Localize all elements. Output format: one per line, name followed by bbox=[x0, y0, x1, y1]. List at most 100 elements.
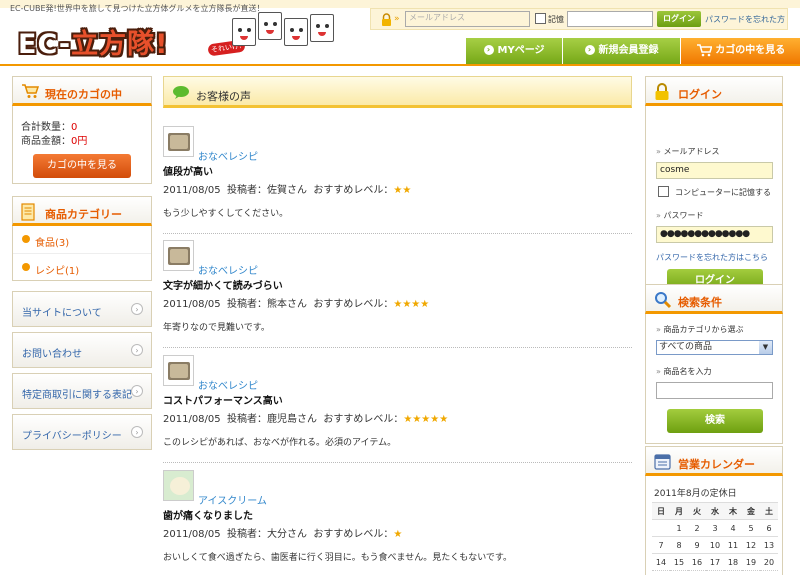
calendar-day: 7 bbox=[652, 536, 670, 554]
cart-block-header: 現在のカゴの中 bbox=[12, 76, 152, 106]
nav-mypage-label: MYページ bbox=[497, 45, 545, 56]
calendar-day: 2 bbox=[688, 519, 706, 537]
calendar-day: 15 bbox=[670, 553, 688, 571]
review-item: おなべレシピ コストパフォーマンス高い 2011/08/05 投稿者：鹿児島さん… bbox=[163, 355, 632, 463]
calendar-caption: 2011年8月の定休日 bbox=[654, 489, 737, 499]
calendar-week-row: 1 2 3 4 5 6 bbox=[652, 519, 778, 537]
chevron-right-icon: › bbox=[131, 344, 143, 356]
link-tokutei[interactable]: 特定商取引に関する表記 › bbox=[12, 373, 152, 409]
review-product-link[interactable]: おなべレシピ bbox=[198, 262, 258, 277]
remember-label: コンピューターに記憶する bbox=[675, 188, 771, 197]
site-logo[interactable]: EC-立方隊! それいけ! bbox=[14, 12, 334, 60]
password-field[interactable]: ●●●●●●●●●●●●● bbox=[656, 226, 773, 243]
calendar-day: 20 bbox=[760, 553, 778, 571]
nav-register-label: 新規会員登録 bbox=[598, 45, 659, 56]
product-name-label: » 商品名を入力 bbox=[656, 367, 712, 376]
product-thumbnail[interactable] bbox=[163, 470, 194, 501]
link-privacy[interactable]: プライバシーポリシー › bbox=[12, 414, 152, 450]
nav-register[interactable]: › 新規会員登録 bbox=[562, 38, 680, 64]
category-count: (1) bbox=[65, 266, 80, 277]
calendar-day: 8 bbox=[670, 536, 688, 554]
logo-text: EC-立方隊! bbox=[18, 22, 168, 61]
header-login-button[interactable]: ログイン bbox=[657, 11, 701, 27]
header-password-input[interactable] bbox=[567, 11, 653, 27]
review-title: 歯が痛くなりました bbox=[163, 511, 253, 522]
review-product-link[interactable]: おなべレシピ bbox=[198, 377, 258, 392]
cart-block: 現在のカゴの中 合計数量：0 商品金額：0円 カゴの中を見る bbox=[12, 76, 152, 184]
review-body: もう少しやすくしてください。 bbox=[163, 209, 289, 219]
email-label: » メールアドレス bbox=[656, 147, 720, 156]
review-poster: 投稿者：鹿児島さん bbox=[227, 414, 317, 425]
folder-icon bbox=[21, 203, 35, 221]
product-thumbnail[interactable] bbox=[163, 240, 194, 271]
review-item: おなべレシピ 値段が高い 2011/08/05 投稿者：佐賀さん おすすめレベル… bbox=[163, 126, 632, 234]
review-stars: ★★ bbox=[393, 185, 412, 196]
header-email-input[interactable]: メールアドレス bbox=[405, 11, 530, 27]
product-thumbnail[interactable] bbox=[163, 126, 194, 157]
calendar-table: 日 月 火 水 木 金 土 1 2 3 4 5 6 7 8 9 10 11 12… bbox=[652, 502, 778, 571]
remember-checkbox[interactable] bbox=[658, 186, 669, 197]
header-email-placeholder: メールアドレス bbox=[409, 13, 465, 22]
category-select-label: » 商品カテゴリから選ぶ bbox=[656, 325, 744, 334]
cart-quantity: 合計数量：0 bbox=[21, 118, 77, 133]
link-contact[interactable]: お問い合わせ › bbox=[12, 332, 152, 368]
weekday: 土 bbox=[760, 502, 778, 520]
login-block-title: ログイン bbox=[678, 88, 722, 101]
page-title-bar: お客様の声 bbox=[163, 76, 632, 108]
nav-cart[interactable]: カゴの中を見る bbox=[680, 38, 800, 64]
left-sidebar: 現在のカゴの中 合計数量：0 商品金額：0円 カゴの中を見る 商品カテゴリー 食… bbox=[12, 76, 152, 450]
lock-icon bbox=[381, 13, 392, 26]
review-stars: ★ bbox=[393, 529, 403, 540]
weekday: 月 bbox=[670, 502, 688, 520]
email-field[interactable]: cosme bbox=[656, 162, 773, 179]
weekday: 火 bbox=[688, 502, 706, 520]
review-poster: 投稿者：大分さん bbox=[227, 529, 307, 540]
weekday: 木 bbox=[724, 502, 742, 520]
calendar-day bbox=[652, 519, 670, 537]
cart-amount-label: 商品金額： bbox=[21, 136, 71, 147]
password-label: » パスワード bbox=[656, 211, 704, 220]
site-header: EC-CUBE発!世界中を旅して見つけた立方体グルメを立方隊長が直送！ EC-立… bbox=[0, 0, 800, 66]
chevron-right-icon: › bbox=[131, 385, 143, 397]
category-select[interactable]: すべての商品 ▼ bbox=[656, 340, 773, 355]
page-title: お客様の声 bbox=[196, 90, 251, 103]
calendar-day: 1 bbox=[670, 519, 688, 537]
review-poster: 投稿者：熊本さん bbox=[227, 299, 307, 310]
review-poster: 投稿者：佐賀さん bbox=[227, 185, 307, 196]
calendar-block-title: 営業カレンダー bbox=[678, 458, 755, 471]
review-product-link[interactable]: おなべレシピ bbox=[198, 148, 258, 163]
category-item-food[interactable]: 食品(3) bbox=[13, 226, 151, 253]
arrow-circle-icon: › bbox=[584, 45, 595, 55]
login-block-body: » メールアドレス cosme コンピューターに記憶する » パスワード ●●●… bbox=[645, 106, 783, 293]
calendar-day: 12 bbox=[742, 536, 760, 554]
magnifier-icon bbox=[654, 291, 672, 309]
cart-block-title: 現在のカゴの中 bbox=[45, 88, 122, 101]
cart-icon bbox=[21, 83, 39, 99]
calendar-day: 18 bbox=[724, 553, 742, 571]
header-remember-checkbox[interactable] bbox=[535, 13, 546, 24]
view-cart-button[interactable]: カゴの中を見る bbox=[33, 154, 131, 178]
review-product-link[interactable]: アイスクリーム bbox=[198, 492, 267, 507]
review-title: 値段が高い bbox=[163, 167, 213, 178]
nav-mypage[interactable]: › MYページ bbox=[465, 38, 562, 64]
header-forgot-password-link[interactable]: パスワードを忘れた方 bbox=[705, 14, 785, 25]
product-name-input[interactable] bbox=[656, 382, 773, 399]
forgot-password-link[interactable]: パスワードを忘れた方はこちら bbox=[656, 252, 768, 263]
review-date: 2011/08/05 bbox=[163, 414, 221, 425]
review-level-label: おすすめレベル： bbox=[313, 529, 394, 540]
link-about[interactable]: 当サイトについて › bbox=[12, 291, 152, 327]
search-button[interactable]: 検索 bbox=[667, 409, 763, 433]
category-item-recipe[interactable]: レシピ(1) bbox=[13, 253, 151, 280]
header-divider bbox=[0, 64, 800, 66]
category-select-label-text: 商品カテゴリから選ぶ bbox=[663, 325, 744, 334]
link-contact-label: お問い合わせ bbox=[22, 349, 82, 360]
calendar-block-body: 2011年8月の定休日 日 月 火 水 木 金 土 1 2 3 4 5 6 7 … bbox=[645, 476, 783, 575]
category-select-value: すべての商品 bbox=[659, 342, 713, 352]
product-thumbnail[interactable] bbox=[163, 355, 194, 386]
category-block-header: 商品カテゴリー bbox=[12, 196, 152, 226]
product-name-label-text: 商品名を入力 bbox=[663, 367, 712, 376]
cube-character-2 bbox=[258, 12, 282, 40]
password-label-text: パスワード bbox=[663, 211, 704, 220]
category-block: 商品カテゴリー 食品(3) レシピ(1) bbox=[12, 196, 152, 281]
calendar-block-header: 営業カレンダー bbox=[645, 446, 783, 476]
